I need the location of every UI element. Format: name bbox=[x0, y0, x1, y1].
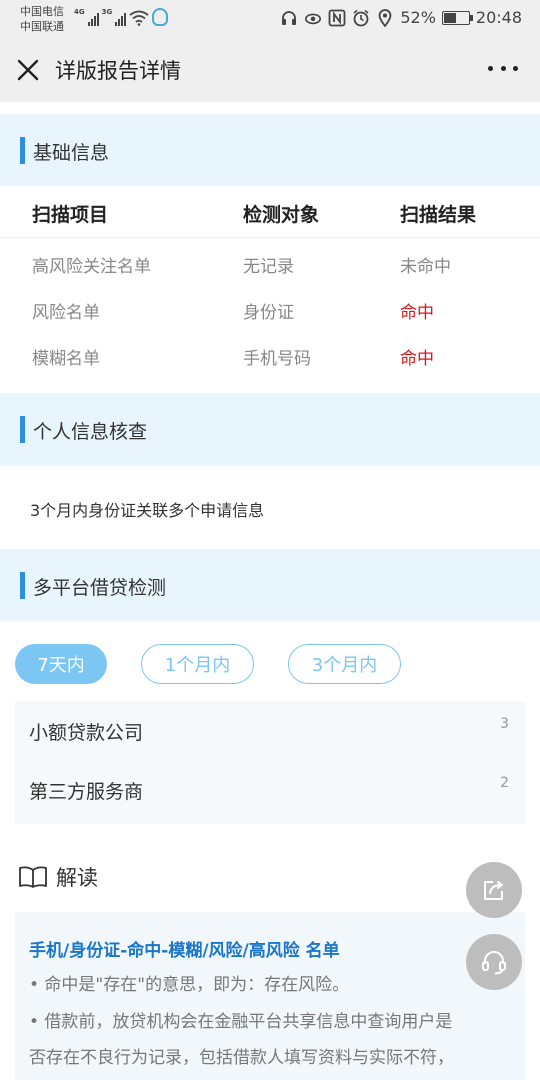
share-icon bbox=[484, 881, 503, 900]
section-accent-bar bbox=[20, 416, 25, 443]
platform-name: 小额贷款公司 bbox=[29, 722, 144, 744]
eye-icon bbox=[305, 13, 322, 24]
interpretation-line: 否存在不良行为记录，包括借款人填写资料与实际不符， bbox=[29, 1048, 454, 1068]
list-item[interactable]: 小额贷款公司 3 bbox=[15, 702, 525, 760]
status-right: 52% 20:48 bbox=[280, 8, 522, 27]
platform-list: 小额贷款公司 3 第三方服务商 2 bbox=[15, 702, 525, 824]
book-icon bbox=[19, 866, 47, 888]
nfc-icon bbox=[328, 9, 346, 26]
scan-table: 扫描项目 检测对象 扫描结果 高风险关注名单 无记录 未命中 风险名单 身份证 … bbox=[0, 186, 540, 376]
interpretation-heading: 手机/身份证-命中-模糊/风险/高风险 名单 bbox=[29, 941, 340, 961]
table-row: 模糊名单 手机号码 命中 bbox=[0, 330, 540, 376]
section-basic-info: 基础信息 bbox=[0, 114, 540, 186]
status-bar: 中国电信 中国联通 4G 3G 52% 20:48 bbox=[0, 0, 540, 38]
cell-result: 命中 bbox=[400, 349, 434, 369]
tab-1-month[interactable]: 1个月内 bbox=[141, 644, 254, 684]
table-header: 扫描项目 检测对象 扫描结果 bbox=[0, 186, 540, 238]
column-header-result: 扫描结果 bbox=[400, 204, 477, 226]
list-item[interactable]: 第三方服务商 2 bbox=[15, 761, 525, 819]
interpretation-header: 解读 bbox=[18, 862, 98, 892]
battery-level bbox=[443, 12, 456, 23]
section-accent-bar bbox=[20, 137, 25, 164]
signal-icon bbox=[115, 12, 127, 26]
battery-icon bbox=[441, 10, 473, 25]
cell-result: 命中 bbox=[400, 303, 434, 323]
section-multi-platform: 多平台借贷检测 bbox=[0, 549, 540, 621]
page-title: 详版报告详情 bbox=[55, 59, 181, 83]
customer-service-button[interactable] bbox=[466, 934, 522, 990]
platform-count: 3 bbox=[500, 716, 509, 732]
section-accent-bar bbox=[20, 572, 25, 599]
platform-name: 第三方服务商 bbox=[29, 781, 144, 803]
section-personal-check: 个人信息核查 bbox=[0, 393, 540, 465]
clock: 20:48 bbox=[475, 8, 522, 27]
column-header-item: 扫描项目 bbox=[32, 204, 109, 226]
wifi-icon bbox=[129, 10, 149, 26]
carrier-info: 中国电信 中国联通 bbox=[20, 4, 64, 34]
battery-percent: 52% bbox=[400, 8, 436, 27]
close-icon[interactable] bbox=[16, 58, 40, 82]
qq-icon bbox=[152, 8, 169, 26]
network-type-1: 4G bbox=[74, 8, 85, 16]
carrier-2: 中国联通 bbox=[20, 20, 64, 33]
cell-target: 无记录 bbox=[243, 257, 294, 277]
cell-target: 身份证 bbox=[243, 303, 294, 323]
more-icon[interactable] bbox=[488, 66, 518, 74]
network-icons: 4G 3G bbox=[74, 8, 169, 26]
location-icon bbox=[378, 8, 392, 27]
personal-check-text: 3个月内身份证关联多个申请信息 bbox=[30, 501, 265, 520]
share-button[interactable] bbox=[466, 862, 522, 918]
tab-3-months[interactable]: 3个月内 bbox=[288, 644, 401, 684]
headset-icon bbox=[482, 951, 506, 975]
interpretation-line: • 命中是"存在"的意思，即为：存在风险。 bbox=[29, 975, 350, 995]
tab-7-days[interactable]: 7天内 bbox=[15, 644, 107, 684]
platform-count: 2 bbox=[500, 775, 509, 791]
cell-item: 风险名单 bbox=[32, 303, 100, 323]
carrier-1: 中国电信 bbox=[20, 5, 64, 18]
interpretation-box: 手机/身份证-命中-模糊/风险/高风险 名单 • 命中是"存在"的意思，即为：存… bbox=[15, 912, 525, 1080]
page-header: 详版报告详情 bbox=[0, 38, 540, 102]
section-title: 个人信息核查 bbox=[33, 421, 148, 443]
table-row: 风险名单 身份证 命中 bbox=[0, 284, 540, 330]
headphones-icon bbox=[282, 10, 297, 25]
column-header-target: 检测对象 bbox=[243, 204, 320, 226]
interpretation-title: 解读 bbox=[56, 866, 98, 890]
cell-item: 高风险关注名单 bbox=[32, 257, 151, 277]
cell-target: 手机号码 bbox=[243, 349, 311, 369]
table-row: 高风险关注名单 无记录 未命中 bbox=[0, 238, 540, 284]
signal-icon bbox=[87, 12, 99, 26]
section-title: 基础信息 bbox=[33, 142, 110, 164]
section-title: 多平台借贷检测 bbox=[33, 577, 167, 599]
cell-item: 模糊名单 bbox=[32, 349, 100, 369]
interpretation-line: • 借款前，放贷机构会在金融平台共享信息中查询用户是 bbox=[29, 1012, 453, 1032]
network-type-2: 3G bbox=[101, 8, 113, 16]
cell-result: 未命中 bbox=[400, 257, 451, 277]
alarm-icon bbox=[353, 9, 369, 26]
